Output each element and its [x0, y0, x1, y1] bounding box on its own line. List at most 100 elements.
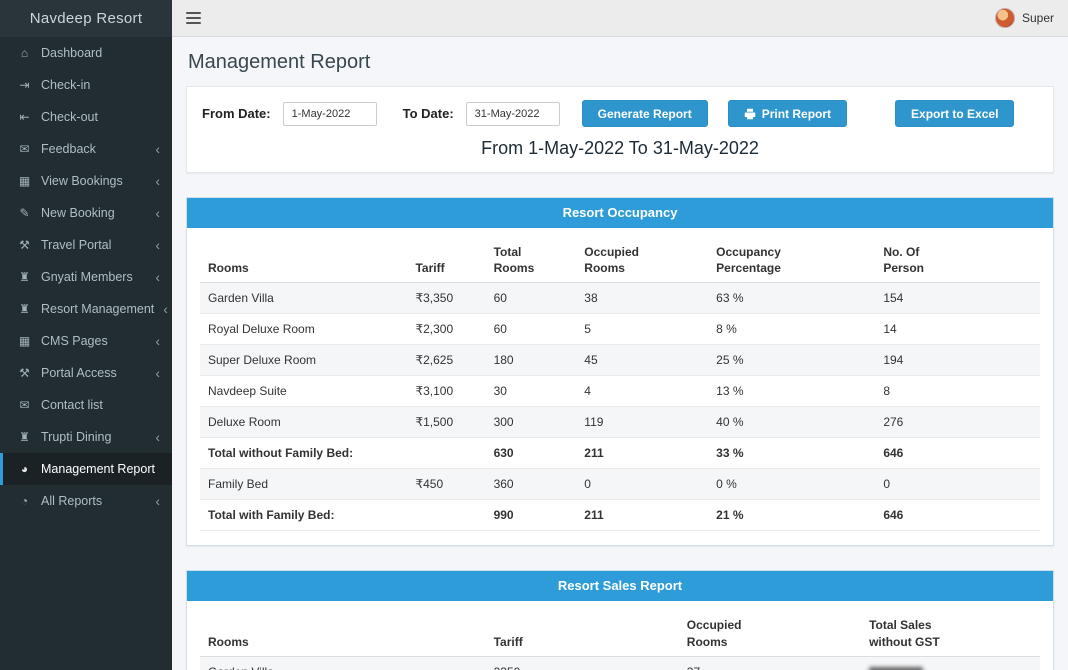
table-cell: 8 — [875, 375, 1040, 408]
sidebar-item-cms-pages[interactable]: ▦ CMS Pages ‹ — [0, 325, 172, 357]
table-row: Garden Villa ₹3,350 60 38 63 % 154 — [200, 282, 1040, 315]
table-cell: 60 — [485, 282, 577, 315]
bank-icon: ♜ — [19, 430, 30, 444]
check-out-icon: ⇤ — [19, 110, 30, 124]
bank-icon: ♜ — [19, 270, 30, 284]
generate-report-label: Generate Report — [597, 106, 692, 121]
sidebar-item-label: Travel Portal — [41, 238, 112, 252]
table-header-row: Rooms Tariff Occupied Rooms Total Sales wit… — [200, 611, 1040, 657]
table-cell: 14 — [875, 313, 1040, 346]
chevron-left-icon: ‹ — [155, 141, 160, 157]
table-cell: 3350 — [485, 656, 679, 670]
sidebar-item-label: Check-in — [41, 78, 91, 92]
chevron-left-icon: ‹ — [155, 333, 160, 349]
table-cell: 25 % — [708, 344, 876, 377]
table-cell: Deluxe Room — [200, 406, 408, 439]
table-cell: Garden Villa — [200, 282, 408, 315]
table-cell: Total with Family Bed: — [200, 499, 408, 532]
column-header: Tariff — [485, 611, 679, 657]
table-cell: 13 % — [708, 375, 876, 408]
occupancy-table-title: Resort Occupancy — [187, 198, 1053, 228]
table-cell: ₹3,350 — [407, 282, 486, 315]
table-cell: 8 % — [708, 313, 876, 346]
table-cell: 0 — [576, 468, 709, 501]
table-cell: Total without Family Bed: — [200, 437, 408, 470]
chevron-left-icon: ‹ — [155, 237, 160, 253]
table-cell: 4 — [576, 375, 709, 408]
table-cell — [407, 437, 486, 470]
sidebar-item-label: New Booking — [41, 206, 115, 220]
table-cell: Royal Deluxe Room — [200, 313, 408, 346]
check-in-icon: ⇥ — [19, 78, 30, 92]
table-cell: 300 — [485, 406, 577, 439]
table-cell: 40 % — [708, 406, 876, 439]
wrench-icon: ⚒ — [19, 238, 30, 252]
sidebar-item-all-reports[interactable]: ◔ All Reports ‹ — [0, 485, 172, 517]
table-cell: 646 — [875, 437, 1040, 470]
column-header: Rooms — [200, 238, 408, 284]
sidebar-item-new-booking[interactable]: ✎ New Booking ‹ — [0, 197, 172, 229]
table-cell: 0 % — [708, 468, 876, 501]
sidebar-item-gnyati-members[interactable]: ♜ Gnyati Members ‹ — [0, 261, 172, 293]
content-area: Management Report From Date: To Date: Ge… — [172, 37, 1068, 670]
sidebar-item-resort-management[interactable]: ♜ Resort Management ‹ — [0, 293, 172, 325]
sidebar-item-view-bookings[interactable]: ▦ View Bookings ‹ — [0, 165, 172, 197]
chevron-left-icon: ‹ — [155, 365, 160, 381]
topbar: Super — [172, 0, 1068, 37]
table-row: Navdeep Suite ₹3,100 30 4 13 % 8 — [200, 375, 1040, 408]
table-cell: 154 — [875, 282, 1040, 315]
column-header: Occupied Rooms — [678, 611, 862, 657]
sidebar-item-management-report[interactable]: ◕ Management Report — [0, 453, 172, 485]
sidebar-item-label: Feedback — [41, 142, 96, 156]
sidebar-item-portal-access[interactable]: ⚒ Portal Access ‹ — [0, 357, 172, 389]
sidebar-item-feedback[interactable]: ✉ Feedback ‹ — [0, 133, 172, 165]
username: Super — [1021, 11, 1054, 25]
pie-chart-icon: ◔ — [20, 494, 29, 508]
sales-report-card: Resort Sales Report Rooms Tariff Occupied … — [186, 570, 1054, 670]
table-cell: 60 — [485, 313, 577, 346]
sidebar-item-travel-portal[interactable]: ⚒ Travel Portal ‹ — [0, 229, 172, 261]
table-cell: 119 — [576, 406, 709, 439]
table-row: Total with Family Bed: 990 211 21 % 646 — [200, 499, 1040, 532]
grid-icon: ▦ — [18, 334, 31, 348]
sidebar-item-label: Management Report — [41, 462, 155, 476]
column-header: Occupancy Percentage — [708, 238, 876, 284]
sidebar-item-label: Check-out — [41, 110, 98, 124]
sidebar-item-contact-list[interactable]: ✉ Contact list — [0, 389, 172, 421]
table-row: Total without Family Bed: 630 211 33 % 646 — [200, 437, 1040, 470]
sidebar-item-dashboard[interactable]: ⌂ Dashboard — [0, 37, 172, 69]
table-cell: 38 — [576, 282, 709, 315]
print-report-label: Print Report — [761, 106, 832, 121]
table-cell: 45 — [576, 344, 709, 377]
table-header-row: Rooms Tariff Total Rooms Occupied Rooms Occu… — [200, 238, 1040, 284]
chevron-left-icon: ‹ — [155, 493, 160, 509]
book-icon: ✎ — [19, 206, 30, 220]
printer-icon — [744, 108, 755, 119]
sidebar-item-check-in[interactable]: ⇥ Check-in — [0, 69, 172, 101]
sidebar-item-trupti-dining[interactable]: ♜ Trupti Dining ‹ — [0, 421, 172, 453]
column-header: Total Sales without GST — [861, 611, 1040, 657]
table-cell: ₹2,300 — [407, 313, 486, 346]
export-excel-label: Export to Excel — [911, 106, 999, 121]
report-filter-box: From Date: To Date: Generate Report Prin… — [186, 86, 1054, 173]
sidebar-item-label: Portal Access — [41, 366, 117, 380]
chevron-left-icon: ‹ — [155, 173, 160, 189]
user-menu[interactable]: Super — [994, 8, 1054, 28]
table-cell — [407, 499, 486, 532]
print-report-button[interactable]: Print Report — [727, 100, 848, 127]
table-cell: 211 — [576, 499, 709, 532]
from-date-input[interactable] — [282, 101, 377, 126]
sidebar-item-check-out[interactable]: ⇤ Check-out — [0, 101, 172, 133]
sidebar-item-label: Resort Management — [41, 302, 155, 316]
to-date-label: To Date: — [402, 106, 454, 121]
dashboard-icon: ⌂ — [20, 46, 29, 60]
pie-chart-icon: ◕ — [20, 462, 29, 476]
table-cell: ₹450 — [407, 468, 486, 501]
table-cell: 30 — [485, 375, 577, 408]
table-cell: 63 % — [708, 282, 876, 315]
export-excel-button[interactable]: Export to Excel — [895, 100, 1015, 127]
to-date-input[interactable] — [465, 101, 560, 126]
generate-report-button[interactable]: Generate Report — [581, 100, 708, 127]
hamburger-icon[interactable] — [186, 12, 201, 24]
brand[interactable]: Navdeep Resort — [0, 0, 172, 37]
